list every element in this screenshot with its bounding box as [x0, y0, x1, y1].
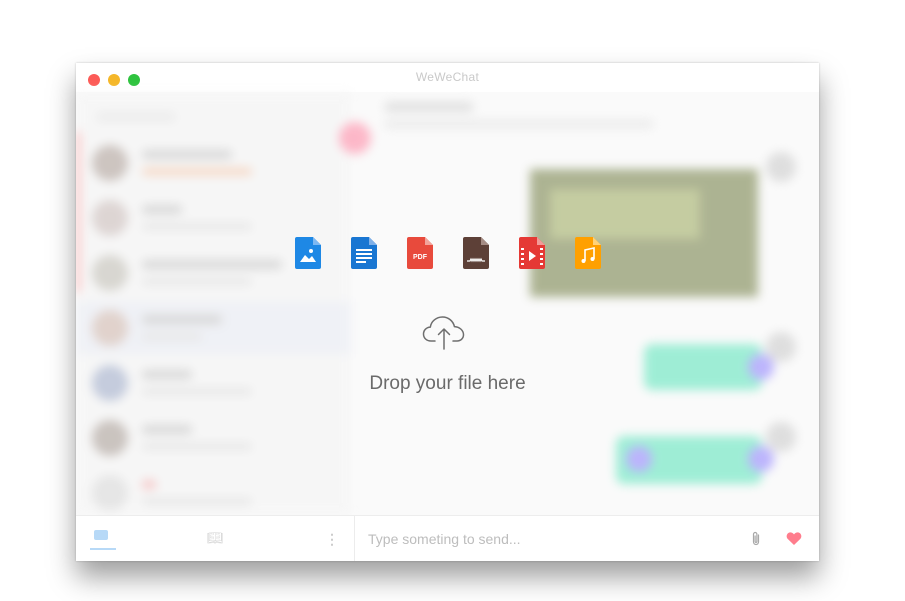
chat-tab[interactable]: [90, 530, 116, 550]
blurred-app-background: [76, 92, 819, 515]
contact-sidebar: [76, 92, 351, 515]
attachment-icon[interactable]: [749, 531, 763, 547]
document-file-icon: [351, 237, 377, 269]
bottom-bar: 📖︎ ⋮: [76, 515, 819, 561]
app-window: WeWeChat PDF Drop your file here 📖︎ ⋮ Ty…: [76, 63, 819, 561]
drop-zone-message: Drop your file here: [369, 373, 526, 394]
more-options-button[interactable]: ⋮: [325, 531, 339, 547]
list-item: [76, 467, 351, 519]
title-bar: WeWeChat: [76, 63, 819, 92]
search-bar-blurred: [96, 112, 176, 122]
cloud-upload-icon: [422, 316, 465, 350]
divider: [354, 516, 355, 561]
audio-file-icon: [575, 237, 601, 269]
video-file-icon: [519, 237, 545, 269]
book-icon: 📖︎: [207, 530, 224, 545]
archive-file-icon: [463, 237, 489, 269]
chat-panel: [354, 92, 819, 515]
more-vertical-icon: ⋮: [325, 531, 339, 547]
contacts-tab[interactable]: 📖︎: [207, 530, 224, 546]
list-item: [76, 302, 351, 354]
message-input[interactable]: [368, 529, 708, 549]
image-message-blurred: [530, 169, 758, 297]
active-tab-underline: [90, 548, 116, 550]
image-file-icon: [295, 237, 321, 269]
pdf-label: PDF: [413, 254, 428, 261]
list-item: [76, 137, 351, 189]
list-item: [76, 412, 351, 464]
pdf-file-icon: PDF: [407, 237, 433, 269]
chat-bubble-icon: [94, 530, 108, 540]
heart-icon[interactable]: [786, 531, 802, 546]
window-title: WeWeChat: [415, 70, 480, 84]
